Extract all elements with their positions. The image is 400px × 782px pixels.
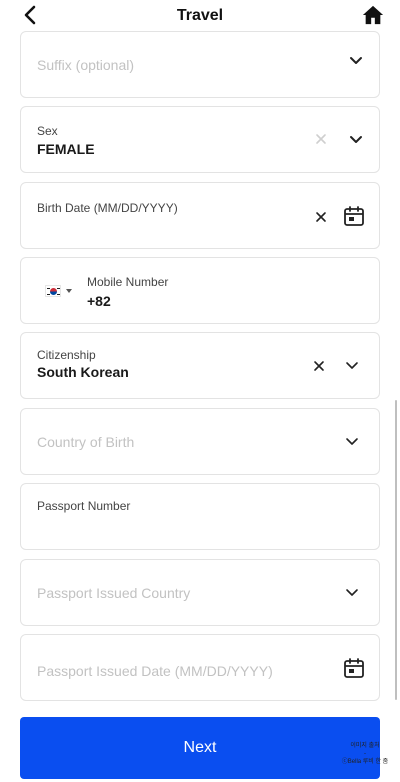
- home-icon: [362, 5, 384, 25]
- chevron-down-icon: [349, 56, 363, 66]
- calendar-icon: [344, 206, 364, 226]
- passport-number-field[interactable]: Passport Number: [20, 483, 380, 550]
- watermark-line-2: -: [364, 751, 366, 757]
- suffix-placeholder: Suffix (optional): [37, 57, 135, 73]
- country-of-birth-placeholder: Country of Birth: [37, 434, 135, 450]
- watermark: 이미지 출처 - ⓒBella 루비 한 줌: [340, 742, 390, 766]
- caret-down-icon: [66, 289, 72, 293]
- next-button-label: Next: [183, 739, 217, 756]
- passport-issued-country-placeholder: Passport Issued Country: [37, 585, 191, 601]
- suffix-select[interactable]: Suffix (optional): [20, 31, 380, 98]
- citizenship-select[interactable]: Citizenship South Korean: [20, 332, 380, 399]
- home-button[interactable]: [360, 2, 386, 28]
- sex-select[interactable]: Sex FEMALE: [20, 106, 380, 173]
- back-button[interactable]: [18, 3, 42, 27]
- birth-date-field[interactable]: Birth Date (MM/DD/YYYY): [20, 182, 380, 249]
- header: Travel: [0, 0, 400, 31]
- next-button[interactable]: Next: [20, 717, 380, 779]
- chevron-down-icon: [345, 361, 359, 371]
- passport-issued-date-placeholder: Passport Issued Date (MM/DD/YYYY): [37, 663, 273, 679]
- passport-issued-date-calendar-button[interactable]: [343, 657, 365, 679]
- close-icon: [316, 134, 326, 144]
- birth-date-clear-button[interactable]: [315, 211, 327, 223]
- passport-issued-country-select[interactable]: Passport Issued Country: [20, 559, 380, 626]
- chevron-down-icon: [345, 437, 359, 447]
- chevron-down-icon: [345, 588, 359, 598]
- scrollbar[interactable]: [395, 400, 397, 700]
- citizenship-clear-button[interactable]: [313, 360, 325, 372]
- citizenship-label: Citizenship: [37, 348, 96, 362]
- close-icon: [314, 361, 324, 371]
- calendar-icon: [344, 658, 364, 678]
- sex-clear-button[interactable]: [315, 133, 327, 145]
- travel-form-screen: Travel Suffix (optional) Sex FEMALE Birt…: [0, 0, 400, 782]
- country-code-selector[interactable]: [21, 258, 81, 325]
- sex-label: Sex: [37, 124, 58, 138]
- chevron-left-icon: [24, 5, 36, 25]
- passport-number-label: Passport Number: [37, 499, 131, 513]
- page-title: Travel: [176, 6, 224, 24]
- birth-date-label: Birth Date (MM/DD/YYYY): [37, 201, 178, 215]
- south-korea-flag-icon: [45, 285, 61, 297]
- watermark-line-1: 이미지 출처: [350, 743, 380, 749]
- mobile-number-field[interactable]: Mobile Number +82: [20, 257, 380, 324]
- close-icon: [316, 212, 326, 222]
- citizenship-value: South Korean: [37, 364, 129, 380]
- watermark-line-3: ⓒBella 루비 한 줌: [341, 759, 389, 765]
- sex-value: FEMALE: [37, 141, 95, 157]
- passport-issued-date-field[interactable]: Passport Issued Date (MM/DD/YYYY): [20, 634, 380, 701]
- mobile-number-label: Mobile Number: [87, 275, 169, 289]
- country-of-birth-select[interactable]: Country of Birth: [20, 408, 380, 475]
- birth-date-calendar-button[interactable]: [343, 205, 365, 227]
- mobile-country-code: +82: [87, 293, 111, 309]
- chevron-down-icon: [349, 135, 363, 145]
